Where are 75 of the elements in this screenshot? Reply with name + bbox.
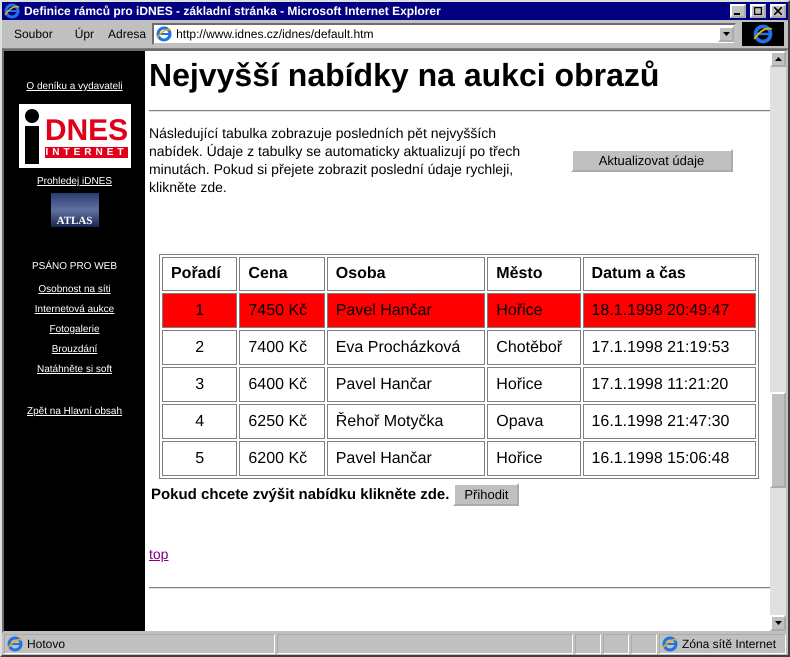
- menu-item[interactable]: Soubor: [6, 27, 61, 41]
- refresh-button[interactable]: Aktualizovat údaje: [570, 148, 732, 172]
- down-arrow-icon: [722, 32, 730, 36]
- intro-paragraph: Následující tabulka zobrazuje posledních pět nejvyšších nabídek. Údaje z tabulky se automaticky aktualizují po třech minutách. Pokud si přejete zobrazit poslední údaje rychleji, klikněte zde.: [149, 124, 522, 196]
- down-arrow-icon: [774, 621, 782, 625]
- table-cell: Pavel Hančar: [326, 293, 486, 328]
- column-header: Datum a čas: [582, 257, 756, 291]
- table-cell: Řehoř Motyčka: [326, 404, 486, 439]
- close-button[interactable]: [770, 4, 786, 18]
- column-header: Cena: [239, 257, 325, 291]
- up-arrow-icon: [774, 57, 782, 61]
- bid-button[interactable]: Přihodit: [453, 483, 520, 506]
- table-cell: 5: [162, 441, 238, 476]
- dropdown-button[interactable]: [718, 26, 734, 42]
- scroll-down-button[interactable]: [770, 615, 786, 631]
- minimize-button[interactable]: [730, 4, 746, 18]
- browser-icon: [4, 3, 20, 19]
- table-cell: Hořice: [487, 367, 581, 402]
- close-icon: [774, 7, 782, 15]
- bid-text: Pokud chcete zvýšit nabídku klikněte zde.: [151, 486, 450, 503]
- table-cell: 17.1.1998 11:21:20: [582, 367, 756, 402]
- table-cell: Hořice: [487, 441, 581, 476]
- zone-pane: Zóna sítě Internet: [659, 634, 786, 654]
- browser-icon: [662, 636, 678, 652]
- status-pane: [631, 634, 657, 654]
- sidebar-link[interactable]: Fotogalerie: [49, 324, 100, 335]
- table-cell: 1: [162, 293, 238, 328]
- scroll-thumb[interactable]: [770, 392, 786, 488]
- table-cell: 18.1.1998 20:49:47: [582, 293, 756, 328]
- table-cell: 2: [162, 330, 238, 365]
- menu-item[interactable]: Úpr: [66, 27, 102, 41]
- table-cell: 7450 Kč: [239, 293, 325, 328]
- browser-icon: [156, 26, 172, 42]
- table-cell: 16.1.1998 21:47:30: [582, 404, 756, 439]
- scroll-up-button[interactable]: [770, 51, 786, 67]
- table-cell: Hořice: [487, 293, 581, 328]
- sidebar-link[interactable]: O deníku a vydavateli: [26, 81, 123, 92]
- table-cell: Opava: [487, 404, 581, 439]
- window-title: Definice rámců pro iDNES - základní stránka - Microsoft Internet Explorer: [24, 4, 442, 18]
- site-logo: DNES INTERNET: [18, 104, 130, 168]
- column-header: Osoba: [326, 257, 486, 291]
- section-heading: PSÁNO PRO WEB: [32, 261, 117, 272]
- status-pane: Hotovo: [4, 634, 275, 654]
- scrollbar[interactable]: [770, 51, 786, 631]
- page-heading: Nejvyšší nabídky na aukci obrazů: [149, 57, 660, 94]
- table-cell: 3: [162, 367, 238, 402]
- address-label: Adresa: [108, 27, 146, 41]
- browser-icon: [753, 24, 773, 44]
- sidebar-link[interactable]: Prohledej iDNES: [36, 176, 112, 187]
- sidebar-link[interactable]: Brouzdání: [52, 344, 98, 355]
- sidebar-link[interactable]: Natáhněte si soft: [36, 364, 112, 375]
- table-cell: Chotěboř: [487, 330, 581, 365]
- table-cell: Pavel Hančar: [326, 367, 486, 402]
- table-cell: Eva Procházková: [326, 330, 486, 365]
- sidebar-link[interactable]: Internetová aukce: [34, 304, 114, 315]
- maximize-icon: [754, 7, 762, 15]
- maximize-button[interactable]: [750, 4, 766, 18]
- table-cell: 17.1.1998 21:19:53: [582, 330, 756, 365]
- table-cell: 6250 Kč: [239, 404, 325, 439]
- table-cell: 7400 Kč: [239, 330, 325, 365]
- status-pane: [575, 634, 601, 654]
- column-header: Pořadí: [162, 257, 238, 291]
- table-cell: Pavel Hančar: [326, 441, 486, 476]
- table-cell: 6400 Kč: [239, 367, 325, 402]
- address-field[interactable]: http://www.idnes.cz/idnes/default.htm: [152, 23, 736, 45]
- top-link[interactable]: top: [149, 546, 770, 562]
- status-pane: [603, 634, 629, 654]
- browser-icon: [7, 636, 23, 652]
- atlas-logo[interactable]: ATLAS: [50, 193, 98, 227]
- sidebar-link[interactable]: Osobnost na síti: [38, 284, 111, 295]
- table-cell: 6200 Kč: [239, 441, 325, 476]
- column-header: Město: [487, 257, 581, 291]
- table-cell: 4: [162, 404, 238, 439]
- table-cell: 16.1.1998 15:06:48: [582, 441, 756, 476]
- sidebar-link[interactable]: Zpět na Hlavní obsah: [26, 406, 122, 417]
